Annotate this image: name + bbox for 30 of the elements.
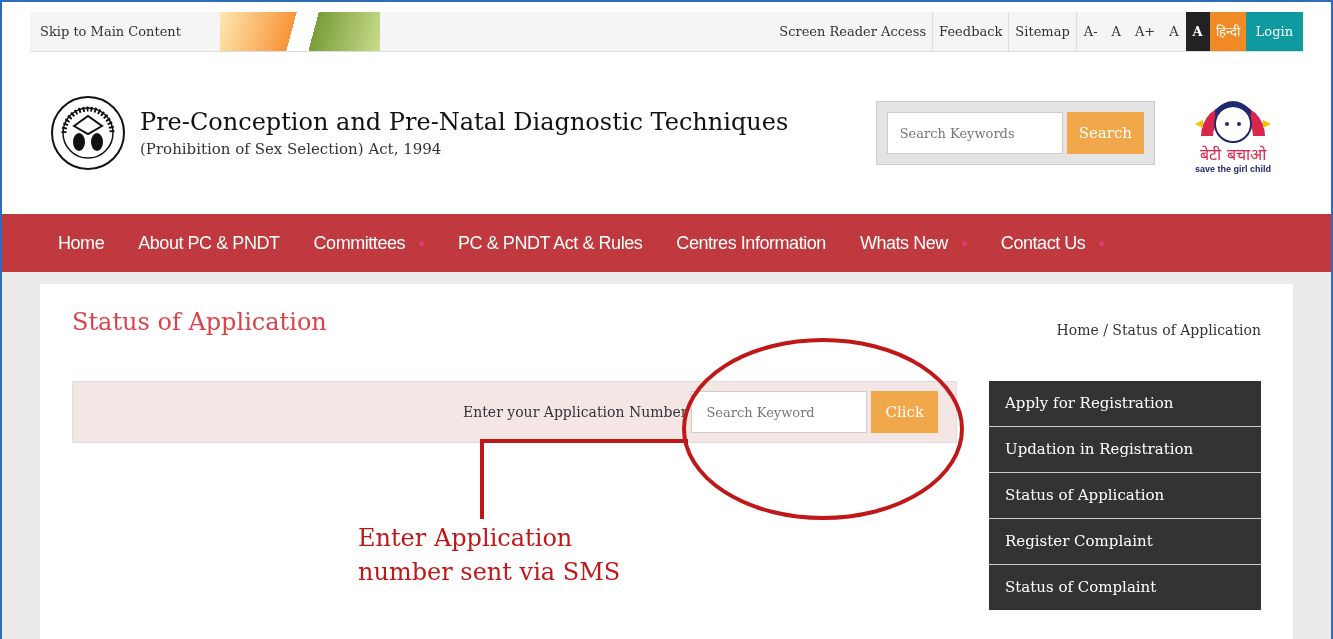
sidebar-link[interactable]: Apply for Registration bbox=[989, 381, 1261, 426]
sidebar-link[interactable]: Status of Complaint bbox=[989, 565, 1261, 610]
nav-link[interactable]: Centres Information bbox=[676, 229, 826, 257]
campaign-hindi-text: बेटी बचाओ bbox=[1200, 147, 1266, 163]
campaign-english-text: save the girl child bbox=[1195, 163, 1271, 175]
application-number-field[interactable]: Search Keyword bbox=[691, 391, 868, 433]
sidebar-link[interactable]: Register Complaint bbox=[989, 519, 1261, 564]
nav-link[interactable]: Contact Us bbox=[1000, 229, 1105, 257]
nav-link[interactable]: Committees bbox=[313, 229, 425, 257]
font-size-button[interactable]: A- bbox=[1076, 12, 1105, 51]
site-subtitle: (Prohibition of Sex Selection) Act, 1994 bbox=[140, 138, 443, 160]
top-link[interactable]: Feedback bbox=[933, 12, 1010, 51]
top-link[interactable]: Sitemap bbox=[1009, 12, 1077, 51]
nav-link[interactable]: About PC & PNDT bbox=[138, 229, 280, 257]
page-title: Status of Application bbox=[72, 307, 327, 338]
sidebar-link[interactable]: Updation in Registration bbox=[989, 427, 1261, 472]
top-link[interactable]: Screen Reader Access bbox=[773, 12, 934, 51]
site-title: Pre-Conception and Pre-Natal Diagnostic Techniques bbox=[140, 106, 790, 138]
contrast-button[interactable]: A bbox=[1185, 12, 1210, 51]
nav-link[interactable]: Home bbox=[58, 229, 105, 257]
font-size-button[interactable]: A bbox=[1104, 12, 1128, 51]
annotation-text: Enter Application number sent via SMS bbox=[358, 523, 622, 588]
breadcrumb: Home / Status of Application bbox=[1056, 321, 1261, 340]
sidebar-link[interactable]: Status of Application bbox=[989, 473, 1261, 518]
nav-link[interactable]: Whats New bbox=[859, 229, 967, 257]
skip-link[interactable]: Skip to Main Content bbox=[40, 21, 181, 42]
nav-link[interactable]: PC & PNDT Act & Rules bbox=[458, 229, 643, 257]
font-size-button[interactable]: A+ bbox=[1127, 12, 1163, 51]
search-field[interactable]: Search Keywords bbox=[886, 112, 1063, 154]
form-label: Enter your Application Number bbox=[463, 402, 688, 422]
